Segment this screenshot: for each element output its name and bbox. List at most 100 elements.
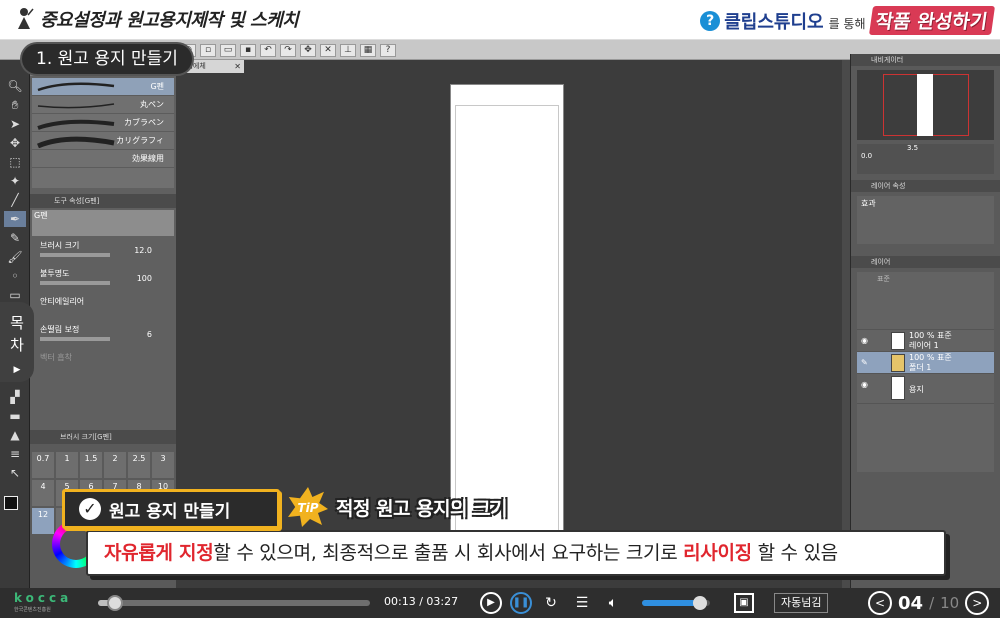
volume-slider[interactable] [642, 596, 710, 610]
stroke-preview-icon [37, 136, 115, 148]
prop-brush-size[interactable]: 브러시 크기 12.0 [32, 240, 174, 264]
selection-icon[interactable]: ⬚ [4, 154, 26, 170]
manuscript-paper[interactable] [450, 84, 564, 554]
size-cell[interactable]: 3 [152, 452, 174, 478]
layer-row[interactable]: ◉ 용지 [857, 374, 994, 404]
caption-end: 할 수 있음 [751, 542, 839, 564]
save-icon[interactable]: ▪ [240, 44, 256, 57]
balloon-icon[interactable]: ↖ [4, 465, 26, 481]
prop-stabilization[interactable]: 손떨림 보정 6 [32, 324, 174, 348]
redo-icon[interactable]: ↷ [280, 44, 296, 57]
snap-grid-icon[interactable]: ▦ [360, 44, 376, 57]
section-label: 1. 원고 용지 만들기 [22, 44, 192, 74]
brush-item-kabura[interactable]: カブラペン [32, 114, 174, 132]
prop-vector-snap[interactable]: 벡터 흡착 [32, 352, 174, 376]
close-icon[interactable]: ✕ [234, 60, 241, 73]
caption-box: 자유롭게 지정할 수 있으며, 최종적으로 출품 시 회사에서 요구하는 크기로… [86, 530, 946, 576]
size-cell[interactable]: 12 [32, 508, 54, 534]
help-icon[interactable]: ? [380, 44, 396, 57]
pause-icon[interactable]: ❚❚ [510, 592, 532, 614]
auto-next-button[interactable]: 자동넘김 [774, 593, 829, 613]
stroke-preview-icon [37, 103, 115, 109]
brush-item-calligraphy[interactable]: カリグラフィ [32, 132, 174, 150]
prop-label: 벡터 흡착 [40, 353, 72, 362]
replay-icon[interactable]: ↻ [540, 592, 562, 614]
script-icon[interactable]: ☰ [571, 592, 593, 614]
fill-icon[interactable]: ▞ [4, 389, 26, 405]
clear-icon[interactable]: ✕ [320, 44, 336, 57]
play-icon[interactable]: ▶ [480, 592, 502, 614]
caption-middle: 할 수 있으며, 최종적으로 출품 시 회사에서 요구하는 크기로 [213, 542, 684, 564]
layer-mode: 100 % 표준 [909, 331, 952, 340]
size-cell[interactable]: 4 [32, 480, 54, 506]
stroke-preview-icon [37, 82, 115, 92]
prop-label: 불투명도 [40, 269, 70, 278]
auto-select-icon[interactable]: ✦ [4, 173, 26, 189]
seek-bar[interactable] [98, 595, 370, 611]
move-icon[interactable]: ✥ [4, 135, 26, 151]
size-cell[interactable]: 1.5 [80, 452, 102, 478]
brand-group: ? 클립스튜디오 를 통해 작품 완성하기 [700, 6, 995, 35]
paper-guide-frame [455, 105, 559, 553]
undo-icon[interactable]: ↶ [260, 44, 276, 57]
toc-tab[interactable]: 목차 ▶ [0, 302, 34, 382]
brush-item-maru[interactable]: 丸ペン [32, 96, 174, 114]
prev-page-icon[interactable]: < [868, 591, 892, 615]
layer-row[interactable]: ✎ 100 % 표준 폴더 1 [857, 352, 994, 374]
brand-connector: 를 통해 [828, 17, 866, 31]
brand-goal: 작품 완성하기 [868, 6, 995, 35]
transform-icon[interactable]: ✥ [300, 44, 316, 57]
brush-label: 丸ペン [140, 100, 164, 109]
layer-row[interactable]: ◉ 100 % 표준 레이어 1 [857, 330, 994, 352]
operation-icon[interactable]: ➤ [4, 116, 26, 132]
blend-mode-value: 표준 [877, 275, 890, 283]
current-time: 00:13 [384, 595, 416, 608]
volume-knob[interactable] [692, 596, 707, 610]
layer-thumbnail [891, 376, 905, 400]
tip-badge: TiP [288, 487, 328, 527]
fullscreen-icon[interactable]: ▣ [734, 593, 754, 613]
main-color-swatch[interactable] [4, 496, 18, 510]
prop-slider[interactable] [40, 337, 110, 341]
layer-thumbnail [891, 332, 905, 350]
total-time: 03:27 [426, 595, 459, 608]
airbrush-icon[interactable]: ◦ [4, 268, 26, 284]
seek-knob[interactable] [107, 595, 124, 611]
prop-opacity[interactable]: 불투명도 100 [32, 268, 174, 292]
size-cell[interactable]: 1 [56, 452, 78, 478]
prop-antialias[interactable]: 안티에일리어 [32, 296, 174, 320]
pen-icon[interactable]: ✒︎ [4, 211, 26, 227]
open-file-icon[interactable]: ▭ [220, 44, 236, 57]
brush-item-gpen[interactable]: G펜 [32, 78, 174, 96]
pencil-icon[interactable]: ✎ [4, 230, 26, 246]
layer-name: 레이어 1 [909, 341, 939, 350]
eyedropper-icon[interactable]: ╱ [4, 192, 26, 208]
brush-icon[interactable]: 🖌︎ [4, 249, 26, 265]
new-file-icon[interactable]: ▫ [200, 44, 216, 57]
next-page-icon[interactable]: > [965, 591, 990, 615]
prop-slider[interactable] [40, 253, 110, 257]
topic-banner: ✓ 원고 용지 만들기 [62, 489, 280, 529]
total-pages: 10 [940, 594, 960, 612]
snap-ruler-icon[interactable]: ⊥ [340, 44, 356, 57]
figure-icon[interactable]: ▲ [4, 427, 26, 443]
eraser-icon[interactable]: ▭ [4, 287, 26, 303]
gradient-icon[interactable]: ▬ [4, 408, 26, 424]
caption-highlight-2: 리사이징 [683, 542, 752, 564]
navigator-preview[interactable] [857, 70, 994, 140]
text-icon[interactable]: ≡ [4, 446, 26, 462]
volume-icon[interactable]: 🔈︎ [602, 592, 624, 614]
page-separator: / [929, 594, 935, 612]
eye-icon[interactable]: ◉ [861, 336, 868, 346]
blend-mode-select[interactable]: 표준 [857, 272, 994, 286]
size-cell[interactable]: 2 [104, 452, 126, 478]
page-navigator: < 04 / 10 > [868, 591, 990, 615]
prop-slider[interactable] [40, 281, 110, 285]
hand-icon[interactable]: ✋︎ [4, 97, 26, 113]
zoom-icon[interactable]: 🔍︎ [4, 78, 26, 94]
eye-icon[interactable]: ◉ [861, 380, 868, 390]
size-cell[interactable]: 0.7 [32, 452, 54, 478]
size-cell[interactable]: 2.5 [128, 452, 150, 478]
brush-item-effect[interactable]: 効果線用 [32, 150, 174, 168]
brand-name: 클립스튜디오 [724, 12, 824, 33]
